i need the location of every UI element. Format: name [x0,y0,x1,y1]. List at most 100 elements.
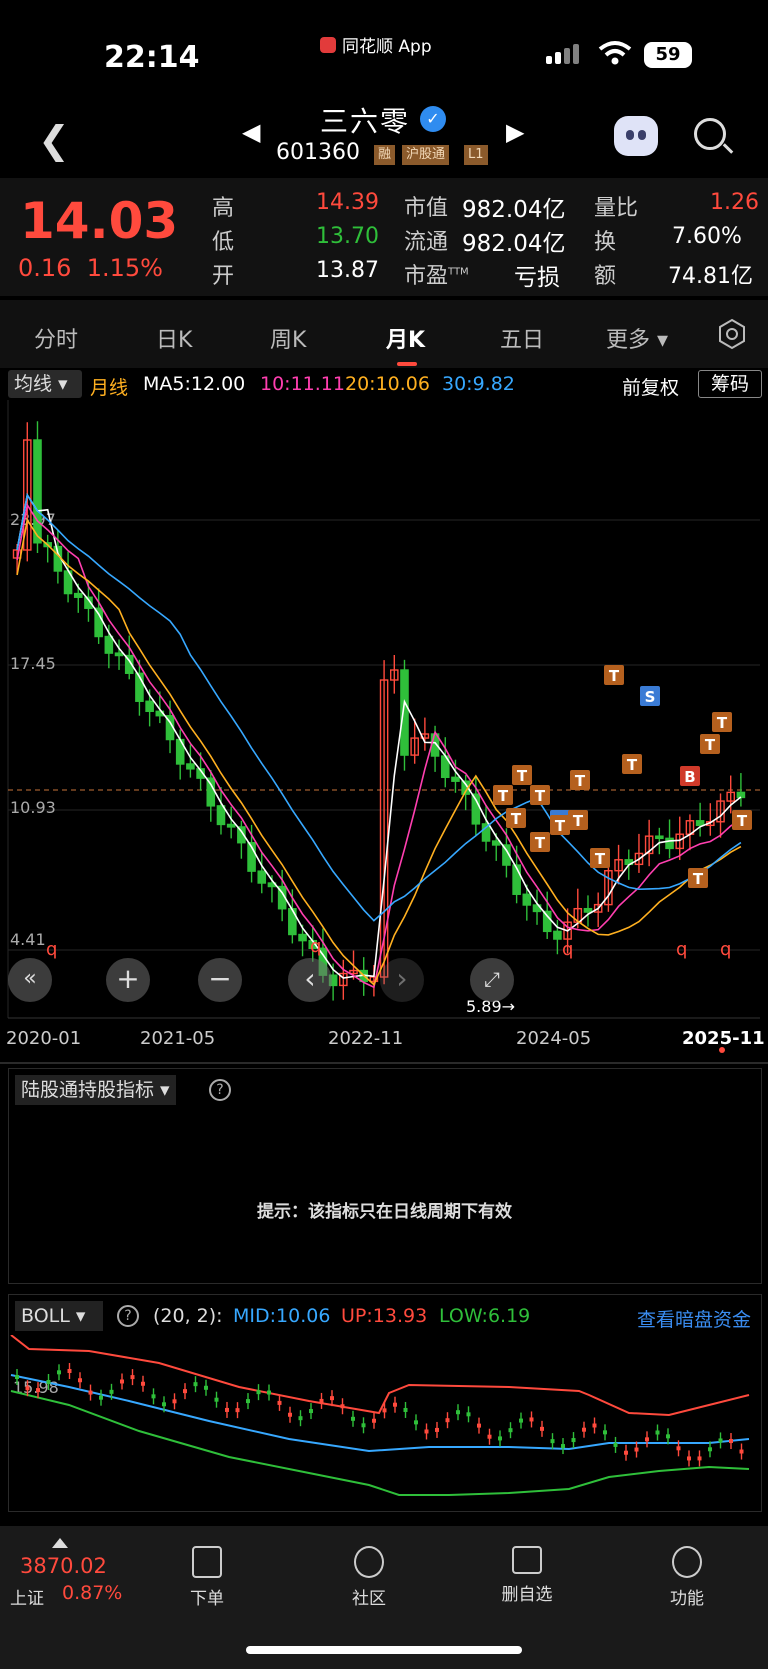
boll-candle-body [288,1412,292,1417]
boll-candle-body [183,1389,187,1394]
boll-candle-body [67,1368,72,1373]
ma10-value: 10:11.11 [260,373,345,395]
boll-candle-body [130,1375,135,1380]
event-marker: q [676,939,687,960]
boll-candle-body [424,1429,429,1434]
document-icon [192,1546,222,1578]
app-indicator[interactable]: 同花顺 App [320,32,432,57]
boll-candle-body [151,1394,156,1399]
zoom-out-button[interactable]: − [198,958,242,1002]
ma20-value: 20:10.06 [345,373,430,395]
tag-level: L1 [464,145,488,165]
functions-button[interactable]: 功能 [642,1546,732,1609]
boll-candle-body [697,1456,702,1461]
candle-body [695,820,705,827]
scroll-right-button[interactable]: › [380,958,424,1002]
candle-body [288,908,297,936]
y-tick-label: 10.93 [10,798,56,817]
candle-body [114,652,124,657]
tab-daily[interactable]: 日K [156,322,192,354]
boll-help-icon[interactable]: ? [117,1305,139,1327]
last-price: 14.03 [20,192,179,250]
high-value: 14.39 [316,190,379,215]
boll-selector[interactable]: BOLL ▾ [15,1301,103,1331]
trade-marker-label: S [645,688,656,706]
amount-label: 额 [594,264,617,289]
candle-body [186,763,195,770]
trade-marker-label: T [693,870,704,888]
holding-indicator-selector[interactable]: 陆股通持股指标 ▾ [15,1075,176,1105]
low-value: 13.70 [316,224,379,249]
chip-distribution-button[interactable]: 筹码 [698,370,762,398]
trade-marker-label: T [595,850,606,868]
tag-margin: 融 [374,145,396,165]
trade-marker-label: T [705,736,716,754]
boll-candle-body [330,1396,334,1401]
boll-candle-body [739,1449,744,1454]
tag-connect: 沪股通 [402,145,450,165]
fullscreen-icon[interactable]: ⤢ [470,958,514,1002]
candle-body [206,777,216,807]
prev-stock-icon[interactable]: ◀ [242,118,260,146]
x-label-1: 2020-01 [6,1028,82,1049]
collapse-icon[interactable]: « [8,958,52,1002]
adjustment-toggle[interactable]: 前复权 [622,373,679,400]
app-icon [320,36,336,53]
boll-candle-body [225,1407,229,1412]
scroll-left-button[interactable]: ‹ [288,958,332,1002]
boll-candle-body [277,1400,282,1405]
back-icon[interactable]: ❮ [38,118,70,162]
search-icon[interactable] [694,118,726,150]
x-label-3: 2022-11 [328,1028,404,1049]
trade-marker-label: T [511,810,522,828]
tab-weekly[interactable]: 周K [270,322,306,354]
boll-candle-body [25,1386,30,1391]
boll-candle-body [141,1381,145,1386]
event-marker: q [310,936,321,957]
order-button[interactable]: 下单 [162,1546,252,1609]
open-value: 13.87 [316,258,379,283]
zoom-in-button[interactable]: + [106,958,150,1002]
vol-ratio-value: 1.26 [710,190,759,215]
next-stock-icon[interactable]: ▶ [506,118,524,146]
help-icon[interactable]: ? [209,1079,231,1101]
community-button[interactable]: 社区 [324,1546,414,1609]
trade-marker-label: T [627,756,638,774]
remove-watchlist-button[interactable]: 删自选 [482,1546,572,1605]
boll-candle-body [172,1399,177,1404]
event-marker: q [46,939,57,960]
boll-up: UP:13.93 [341,1305,428,1327]
tab-more[interactable]: 更多 ▾ [606,322,668,354]
boll-candle-body [88,1390,93,1395]
boll-candle-body [214,1397,219,1402]
ai-assistant-icon[interactable] [614,116,658,156]
trade-marker-label: T [498,787,509,805]
candle-body [665,837,674,850]
boll-candle-body [456,1410,460,1415]
tab-five-day[interactable]: 五日 [500,322,544,354]
boll-candle-body [550,1439,555,1444]
candle-body [257,870,267,884]
boll-candle-body [361,1423,366,1428]
candle-body [145,700,154,713]
boll-panel: BOLL ▾ ? (20, 2): MID:10.06 UP:13.93 LOW… [8,1294,762,1512]
index-value[interactable]: 3870.02 [20,1554,107,1578]
mcap-label: 市值 [404,196,449,221]
battery-icon: 59 [644,42,692,68]
candle-body [451,776,460,782]
price-change: 0.16 1.15% [18,254,163,282]
indicator-selector[interactable]: 均线 ▾ [8,370,82,398]
boll-candle-body [603,1430,607,1435]
dark-pool-link[interactable]: 查看暗盘资金 [637,1305,751,1332]
tab-monthly[interactable]: 月K [386,322,425,354]
candle-body [491,840,501,846]
high-label: 高 [212,196,235,221]
ma30-line [16,492,742,922]
boll-candle-body [99,1395,103,1400]
index-expand-icon[interactable] [52,1538,68,1548]
chart-settings-icon[interactable] [716,318,748,350]
index-name: 上证 [10,1589,44,1609]
mcap-value: 982.04亿 [462,197,566,223]
low-label: 低 [212,230,235,255]
tab-intraday[interactable]: 分时 [34,322,78,354]
